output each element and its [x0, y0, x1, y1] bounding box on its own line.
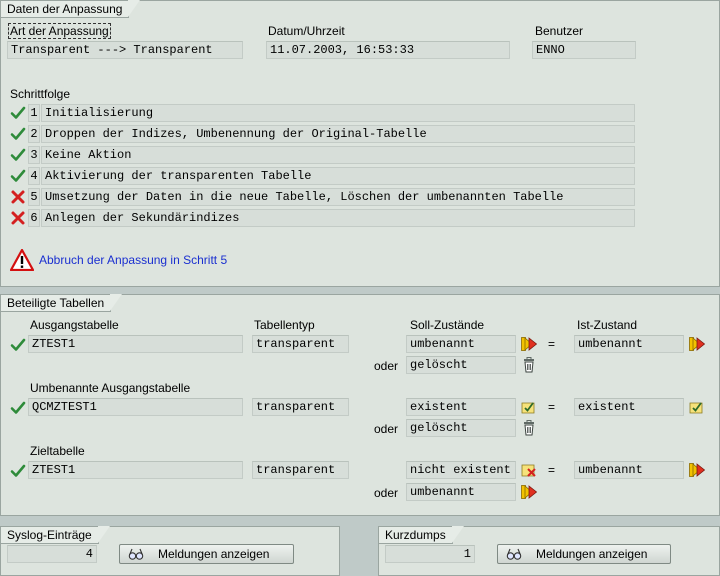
soll-state-field[interactable]: nicht existent	[406, 461, 516, 479]
benutzer-label: Benutzer	[535, 24, 584, 38]
green-check-icon	[10, 337, 26, 353]
table-type-field[interactable]: transparent	[252, 335, 349, 353]
double-arrow-icon	[521, 336, 537, 352]
soll-state-field[interactable]: existent	[406, 398, 516, 416]
double-arrow-icon	[689, 462, 705, 478]
step-number: 1	[28, 104, 40, 122]
soll-alt-field[interactable]: gelöscht	[406, 356, 516, 374]
soll-state-field[interactable]: umbenannt	[406, 335, 516, 353]
oder-label: oder	[374, 486, 399, 500]
crossed-note-icon	[521, 462, 537, 478]
anpassung-group-title: Daten der Anpassung	[1, 0, 141, 18]
green-check-icon	[10, 463, 26, 479]
section-divider	[0, 286, 720, 294]
table-name-field[interactable]: ZTEST1	[28, 461, 243, 479]
col-header-ist: Ist-Zustand	[577, 318, 638, 332]
table-name-field[interactable]: ZTEST1	[28, 335, 243, 353]
kurzdumps-show-messages-button[interactable]: Meldungen anzeigen	[497, 544, 671, 564]
button-label: Meldungen anzeigen	[158, 547, 270, 561]
kurzdumps-count-field[interactable]: 1	[385, 545, 475, 563]
row-label: Umbenannte Ausgangstabelle	[30, 381, 191, 395]
kurzdumps-group-title: Kurzdumps	[379, 526, 464, 544]
green-check-icon	[10, 147, 26, 163]
checked-note-icon	[689, 399, 705, 415]
green-check-icon	[10, 126, 26, 142]
step-text[interactable]: Droppen der Indizes, Umbenennung der Ori…	[41, 125, 635, 143]
section-divider	[0, 516, 720, 526]
ist-state-field[interactable]: existent	[574, 398, 684, 416]
double-arrow-icon	[521, 484, 537, 500]
table-type-field[interactable]: transparent	[252, 398, 349, 416]
art-label: Art der Anpassung	[8, 23, 111, 39]
benutzer-field[interactable]: ENNO	[532, 41, 636, 59]
checked-note-icon	[521, 399, 537, 415]
double-arrow-icon	[689, 336, 705, 352]
green-check-icon	[10, 105, 26, 121]
step-number: 2	[28, 125, 40, 143]
table-type-field[interactable]: transparent	[252, 461, 349, 479]
step-text[interactable]: Aktivierung der transparenten Tabelle	[41, 167, 635, 185]
syslog-count-field[interactable]: 4	[7, 545, 97, 563]
trash-icon	[521, 357, 537, 373]
glasses-icon	[506, 547, 522, 561]
red-cross-icon	[10, 210, 26, 226]
warning-triangle-icon	[10, 249, 34, 271]
datum-field[interactable]: 11.07.2003, 16:53:33	[266, 41, 510, 59]
trash-icon	[521, 420, 537, 436]
green-check-icon	[10, 168, 26, 184]
ist-state-field[interactable]: umbenannt	[574, 335, 684, 353]
table-name-field[interactable]: QCMZTEST1	[28, 398, 243, 416]
datum-label: Datum/Uhrzeit	[268, 24, 345, 38]
ist-state-field[interactable]: umbenannt	[574, 461, 684, 479]
section-divider	[340, 526, 378, 576]
step-text[interactable]: Anlegen der Sekundärindizes	[41, 209, 635, 227]
green-check-icon	[10, 400, 26, 416]
step-text[interactable]: Keine Aktion	[41, 146, 635, 164]
col-header-soll: Soll-Zustände	[410, 318, 485, 332]
step-text[interactable]: Umsetzung der Daten in die neue Tabelle,…	[41, 188, 635, 206]
syslog-group-title: Syslog-Einträge	[1, 526, 110, 544]
equals-sign: =	[548, 337, 556, 351]
step-number: 6	[28, 209, 40, 227]
step-number: 5	[28, 188, 40, 206]
row-label: Ausgangstabelle	[30, 318, 119, 332]
syslog-show-messages-button[interactable]: Meldungen anzeigen	[119, 544, 294, 564]
oder-label: oder	[374, 359, 399, 373]
step-number: 3	[28, 146, 40, 164]
tabellen-group-title: Beteiligte Tabellen	[1, 294, 123, 312]
step-number: 4	[28, 167, 40, 185]
step-text[interactable]: Initialisierung	[41, 104, 635, 122]
equals-sign: =	[548, 400, 556, 414]
equals-sign: =	[548, 463, 556, 477]
schrittfolge-label: Schrittfolge	[10, 87, 71, 101]
glasses-icon	[128, 547, 144, 561]
oder-label: oder	[374, 422, 399, 436]
art-field[interactable]: Transparent ---> Transparent	[7, 41, 243, 59]
warning-message: Abbruch der Anpassung in Schritt 5	[39, 253, 228, 267]
button-label: Meldungen anzeigen	[536, 547, 648, 561]
soll-alt-field[interactable]: gelöscht	[406, 419, 516, 437]
row-label: Zieltabelle	[30, 444, 85, 458]
soll-alt-field[interactable]: umbenannt	[406, 483, 516, 501]
red-cross-icon	[10, 189, 26, 205]
col-header-typ: Tabellentyp	[254, 318, 315, 332]
